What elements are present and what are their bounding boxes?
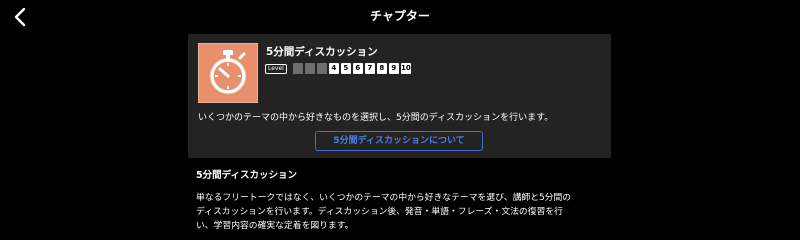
level-box-1: 1 [292,63,303,74]
page-title: チャプター [370,9,430,23]
level-box-6: 6 [352,63,363,74]
level-tag: Level [265,63,287,74]
level-box-9: 9 [388,63,399,74]
details-body: 単なるフリートークではなく、いくつかのテーマの中から好きなテーマを選び、講師と5… [196,191,616,233]
level-box-7: 7 [364,63,375,74]
level-box-8: 8 [376,63,387,74]
details-line: ディスカッションを行います。ディスカッション後、発音・単語・フレーズ・文法の復習… [196,207,563,217]
about-discussion-button[interactable]: 5分間ディスカッションについて [315,131,483,151]
stopwatch-icon [210,50,246,94]
details-line: 単なるフリートークではなく、いくつかのテーマの中から好きなテーマを選び、講師と5… [196,193,572,203]
chapter-card: 5分間ディスカッション Level 1 2 3 4 5 6 7 8 9 10 い… [188,34,611,158]
chapter-thumbnail [198,43,258,103]
chapter-title: 5分間ディスカッション [266,46,378,58]
level-box-2: 2 [304,63,315,74]
chapter-description: いくつかのテーマの中から好きなものを選択し、5分間のディスカッションを行います。 [198,113,554,123]
details-line: い、学習内容の確実な定着を図ります。 [196,221,354,231]
level-box-3: 3 [316,63,327,74]
level-indicator: Level 1 2 3 4 5 6 7 8 9 10 [265,63,411,74]
level-box-4: 4 [328,63,339,74]
level-box-5: 5 [340,63,351,74]
details-heading: 5分間ディスカッション [196,170,297,181]
level-box-10: 10 [400,63,411,74]
